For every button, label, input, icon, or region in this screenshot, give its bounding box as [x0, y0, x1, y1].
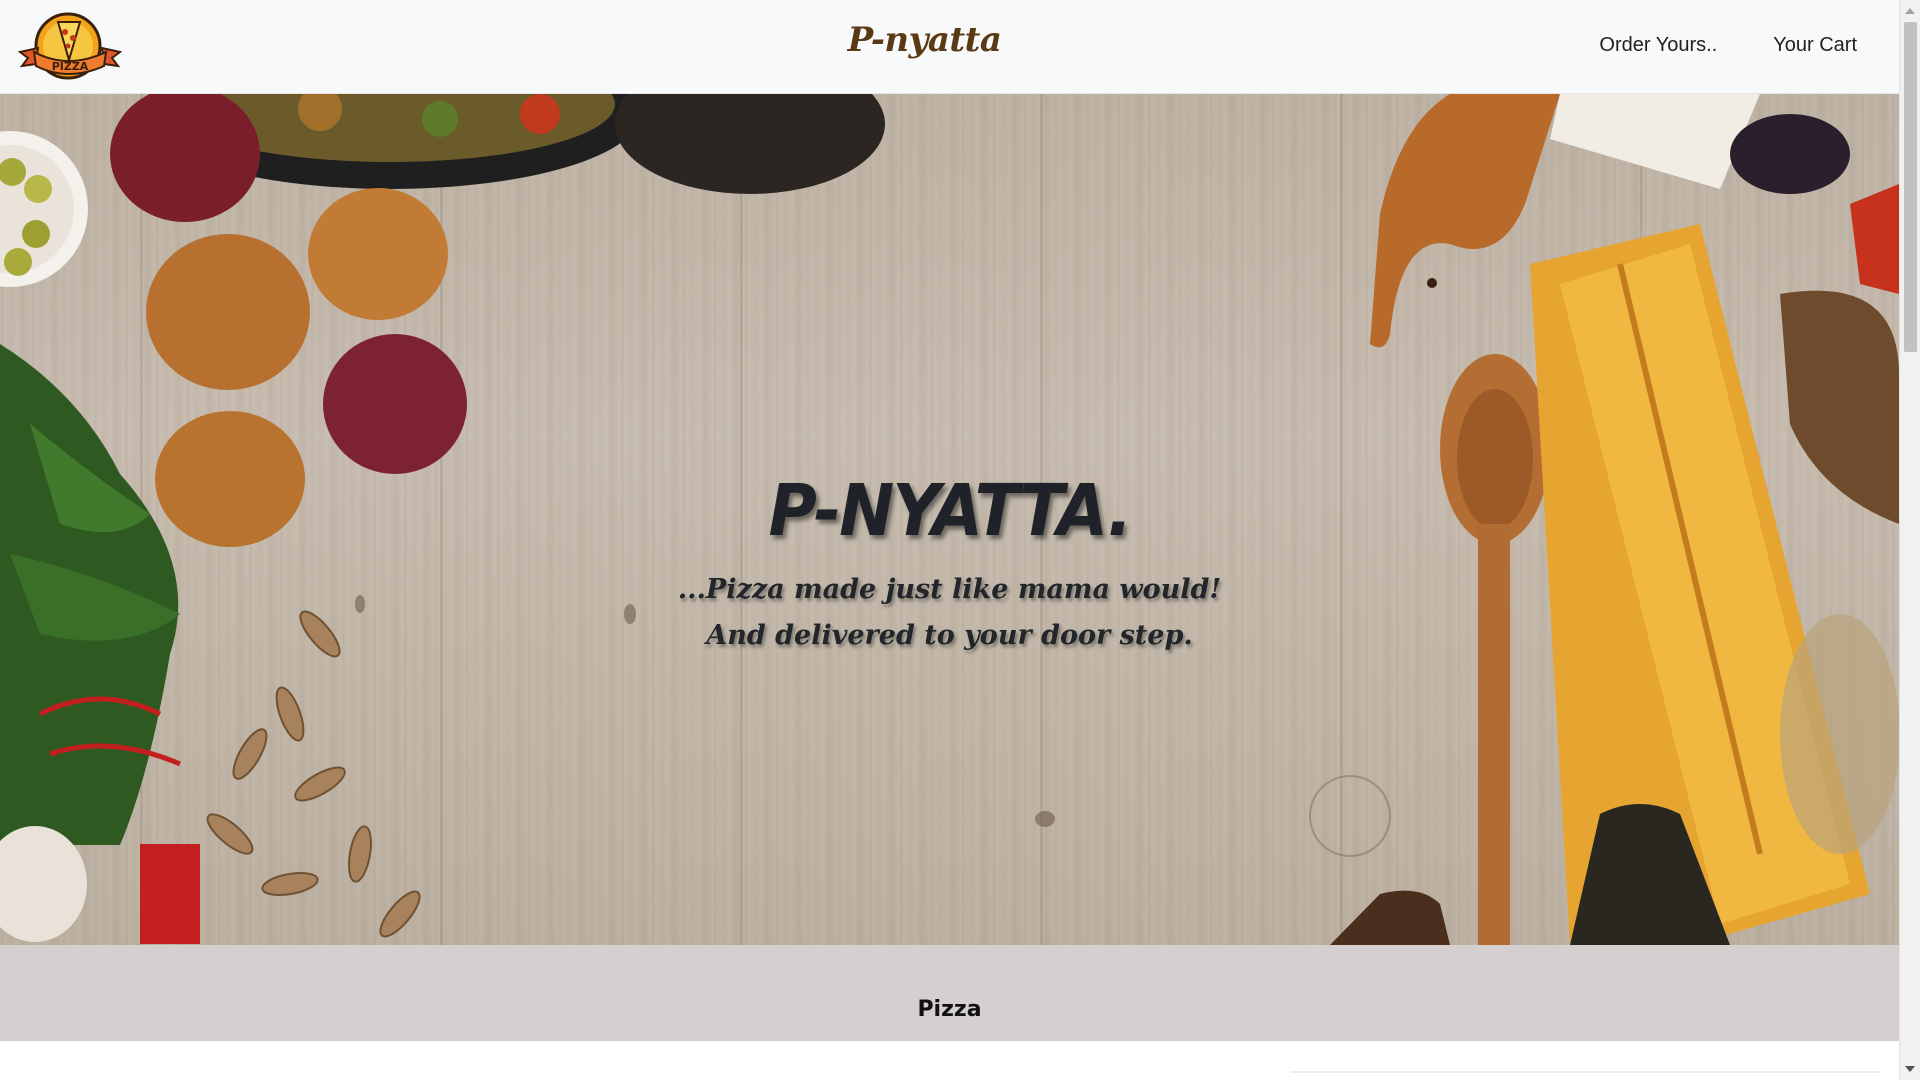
logo-text: PIZZA: [52, 60, 89, 73]
nav-links: Order Yours.. Your Cart: [1599, 34, 1857, 57]
page: PIZZA P-nyatta Order Yours.. Your Cart P…: [0, 0, 1920, 1080]
section-title: Pizza: [917, 997, 982, 1022]
product-card-edge: [1290, 1071, 1880, 1080]
pizza-section-header: Pizza: [0, 945, 1899, 1041]
scroll-up-arrow-icon[interactable]: [1905, 8, 1915, 14]
navbar: PIZZA P-nyatta Order Yours.. Your Cart: [0, 0, 1899, 94]
nav-order-link[interactable]: Order Yours..: [1599, 34, 1717, 57]
hero-text: P-NYATTA. ...Pizza made just like mama w…: [0, 468, 1899, 659]
page-scrollbar[interactable]: [1899, 0, 1920, 1080]
hero-tagline-line1: ...Pizza made just like mama would!: [677, 574, 1222, 605]
hero-banner: P-NYATTA. ...Pizza made just like mama w…: [0, 94, 1899, 945]
scroll-down-arrow-icon[interactable]: [1905, 1066, 1915, 1072]
content-area: [0, 1041, 1899, 1080]
hero-tagline-line2: And delivered to your door step.: [706, 620, 1193, 651]
scroll-thumb[interactable]: [1904, 22, 1917, 352]
nav-cart-link[interactable]: Your Cart: [1773, 34, 1857, 57]
hero-title: P-NYATTA.: [768, 468, 1133, 553]
